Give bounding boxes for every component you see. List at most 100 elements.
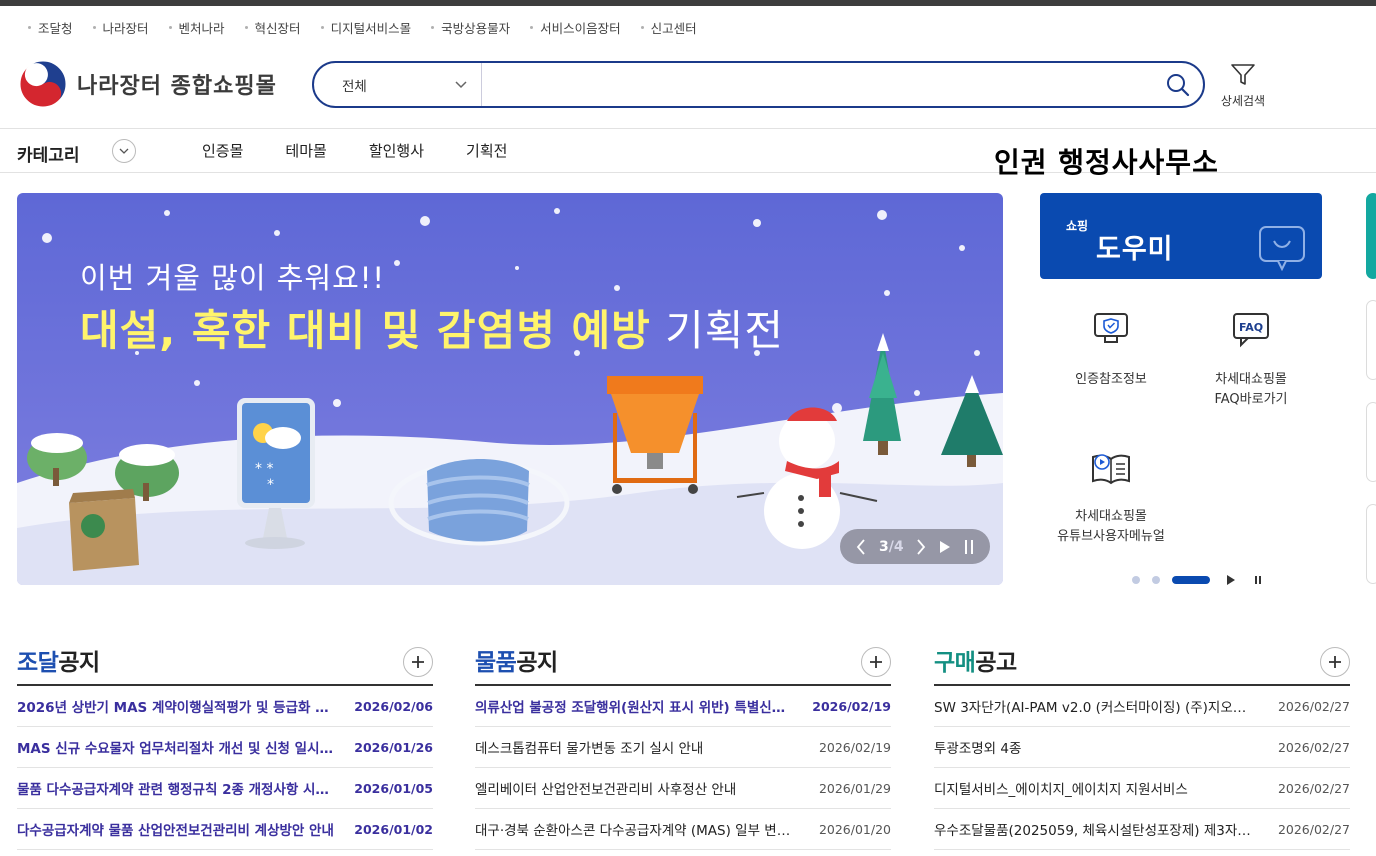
board-title: 구매공고	[934, 643, 1017, 677]
board-more-button[interactable]	[861, 647, 891, 677]
faq-icon-text: FAQ	[1239, 321, 1263, 334]
search-input[interactable]	[482, 63, 1153, 106]
header: 나라장터 종합쇼핑몰 전체 상세검색	[0, 48, 1376, 128]
board-title-accent: 조달	[17, 650, 59, 676]
board-row-date: 2026/02/27	[1277, 698, 1350, 714]
board-row[interactable]: 디지털서비스_에이치지_에이치지 지원서비스 2026/02/27	[934, 768, 1350, 809]
board-row-date: 2026/02/19	[818, 739, 891, 755]
search-button[interactable]	[1153, 63, 1203, 106]
board-row-title: MAS 신규 수요물자 업무처리절차 개선 및 신청 일시 안내	[17, 741, 335, 757]
search-bar: 전체	[312, 61, 1205, 108]
category-label[interactable]: 카테고리	[17, 141, 80, 166]
winter-illustration: * * *	[17, 208, 1003, 585]
banner-controls: 3/4	[840, 529, 990, 564]
board-row-title: 엘리베이터 산업안전보건관리비 사후정산 안내	[475, 782, 737, 798]
board-row-date: 2026/01/29	[818, 780, 891, 796]
plus-icon	[1329, 656, 1341, 668]
board-row-date: 2026/01/20	[818, 821, 891, 837]
helper-item-label: 인증참조정보	[1075, 372, 1147, 387]
nav-item-certified-mall[interactable]: 인증몰	[202, 140, 243, 161]
helper-dot-1[interactable]	[1132, 576, 1140, 584]
category-toggle-button[interactable]	[112, 139, 136, 163]
site-logo[interactable]: 나라장터 종합쇼핑몰	[19, 60, 277, 108]
board-row-title: SW 3자단가(AI-PAM v2.0 (커스터마이징) (주)지오소프트	[934, 700, 1252, 716]
helper-item-certification[interactable]: 인증참조정보	[1058, 310, 1164, 390]
board-row-date: 2026/02/19	[812, 698, 891, 714]
banner-title: 대설, 혹한 대비 및 감염병 예방 기획전	[80, 297, 784, 358]
nav-item-theme-mall[interactable]: 테마몰	[285, 140, 326, 161]
search-scope-value: 전체	[342, 78, 367, 95]
board-row[interactable]: 물품 다수공급자계약 관련 행정규칙 2종 개정사항 시행 안내 2026/01/…	[17, 768, 433, 809]
banner-pager-total: 4	[893, 538, 904, 555]
chevron-down-icon	[455, 80, 467, 88]
svg-text:*: *	[267, 477, 274, 493]
banner-next-button[interactable]	[916, 538, 926, 555]
board-row[interactable]: 대구·경북 순환아스콘 다수공급자계약 (MAS) 일부 변경 안내 2026/0…	[475, 809, 891, 850]
helper-item-label-line1: 차세대쇼핑몰	[1075, 509, 1147, 524]
edge-side-tab[interactable]	[1366, 504, 1376, 584]
video-book-icon	[1092, 454, 1130, 485]
board-row[interactable]: 데스크톱컴퓨터 물가변동 조기 실시 안내 2026/02/19	[475, 727, 891, 768]
board-row[interactable]: 우수조달물품(2025059, 체육시설탄성포장제) 제3자단가 2026/02/…	[934, 809, 1350, 850]
edge-side-tab[interactable]	[1366, 193, 1376, 279]
board-title-accent: 물품	[475, 650, 517, 676]
board-row[interactable]: 의류산업 불공정 조달행위(원산지 표시 위반) 특별신고 안내 2026/02/…	[475, 686, 891, 727]
edge-side-tab[interactable]	[1366, 402, 1376, 482]
board-row-title: 투광조명외 4종	[934, 741, 1022, 757]
board-row[interactable]: SW 3자단가(AI-PAM v2.0 (커스터마이징) (주)지오소프트 202…	[934, 686, 1350, 727]
board-purchase-announcement: 구매공고 SW 3자단가(AI-PAM v2.0 (커스터마이징) (주)지오소…	[934, 643, 1350, 850]
helper-play-button[interactable]	[1226, 574, 1236, 586]
search-scope-select[interactable]: 전체	[314, 63, 482, 106]
helper-dot-3-active[interactable]	[1172, 576, 1210, 584]
nav-item-exhibition[interactable]: 기획전	[466, 140, 507, 161]
banner-play-button[interactable]	[939, 540, 951, 554]
util-link-defense[interactable]: 국방상용물자	[431, 18, 510, 37]
board-row[interactable]: 다수공급자계약 물품 산업안전보건관리비 계상방안 안내 2026/01/02	[17, 809, 433, 850]
board-header: 구매공고	[934, 643, 1350, 686]
board-row-date: 2026/01/05	[354, 780, 433, 796]
board-row-title: 물품 다수공급자계약 관련 행정규칙 2종 개정사항 시행 안내	[17, 782, 335, 798]
board-row-date: 2026/01/02	[354, 821, 433, 837]
banner-title-tail: 기획전	[650, 306, 785, 355]
search-icon	[1167, 73, 1190, 96]
util-link-report-center[interactable]: 신고센터	[641, 18, 697, 37]
board-header: 조달공지	[17, 643, 433, 686]
nav-item-discount[interactable]: 할인행사	[369, 140, 424, 161]
util-link-digital-service[interactable]: 디지털서비스몰	[321, 18, 412, 37]
board-more-button[interactable]	[403, 647, 433, 677]
helper-pause-button[interactable]	[1254, 575, 1262, 585]
util-link-innovation[interactable]: 혁신장터	[245, 18, 301, 37]
main-banner[interactable]: * * * 이번 겨울 많이 추워요!! 대설, 혹한 대비 및 감염병 예방 …	[17, 193, 1003, 585]
play-icon	[939, 540, 950, 553]
edge-side-tab[interactable]	[1366, 300, 1376, 380]
helper-item-faq[interactable]: FAQ 차세대쇼핑몰 FAQ바로가기	[1196, 310, 1306, 410]
helper-item-label-line1: 차세대쇼핑몰	[1215, 372, 1287, 387]
helper-dot-2[interactable]	[1152, 576, 1160, 584]
monitor-shield-icon	[1094, 313, 1128, 343]
banner-title-main: 대설, 혹한 대비 및 감염병 예방	[80, 306, 651, 355]
banner-pager-current: 3	[879, 538, 889, 555]
board-row-title: 2026년 상반기 MAS 계약이행실적평가 및 등급화 결과 안내	[17, 700, 335, 716]
board-row-date: 2026/01/26	[354, 739, 433, 755]
board-row[interactable]: MAS 신규 수요물자 업무처리절차 개선 및 신청 일시 안내 2026/01/…	[17, 727, 433, 768]
board-more-button[interactable]	[1320, 647, 1350, 677]
helper-small-label: 쇼핑	[1066, 219, 1089, 233]
shopping-helper-card[interactable]: 쇼핑 도우미	[1040, 193, 1322, 279]
board-goods-notice: 물품공지 의류산업 불공정 조달행위(원산지 표시 위반) 특별신고 안내 202…	[475, 643, 891, 850]
board-row[interactable]: 엘리베이터 산업안전보건관리비 사후정산 안내 2026/01/29	[475, 768, 891, 809]
banner-prev-button[interactable]	[856, 538, 866, 555]
util-link-venture[interactable]: 벤처나라	[169, 18, 225, 37]
util-link-service-market[interactable]: 서비스이음장터	[530, 18, 621, 37]
board-row[interactable]: 투광조명외 4종 2026/02/27	[934, 727, 1350, 768]
svg-text:* *: * *	[255, 461, 273, 477]
board-row[interactable]: 2026년 상반기 MAS 계약이행실적평가 및 등급화 결과 안내 2026/0…	[17, 686, 433, 727]
banner-subtitle: 이번 겨울 많이 추워요!!	[80, 261, 386, 295]
helper-item-label-line2: FAQ바로가기	[1214, 392, 1288, 407]
banner-pause-button[interactable]	[964, 539, 974, 555]
advanced-search-button[interactable]: 상세검색	[1214, 62, 1272, 109]
helper-big-label: 도우미	[1096, 234, 1174, 265]
nav-items: 인증몰 테마몰 할인행사 기획전	[202, 140, 549, 161]
helper-item-youtube-manual[interactable]: 차세대쇼핑몰 유튜브사용자메뉴얼	[1040, 447, 1182, 547]
util-link-pps[interactable]: 조달청	[28, 18, 73, 37]
util-link-narajangteo[interactable]: 나라장터	[93, 18, 149, 37]
